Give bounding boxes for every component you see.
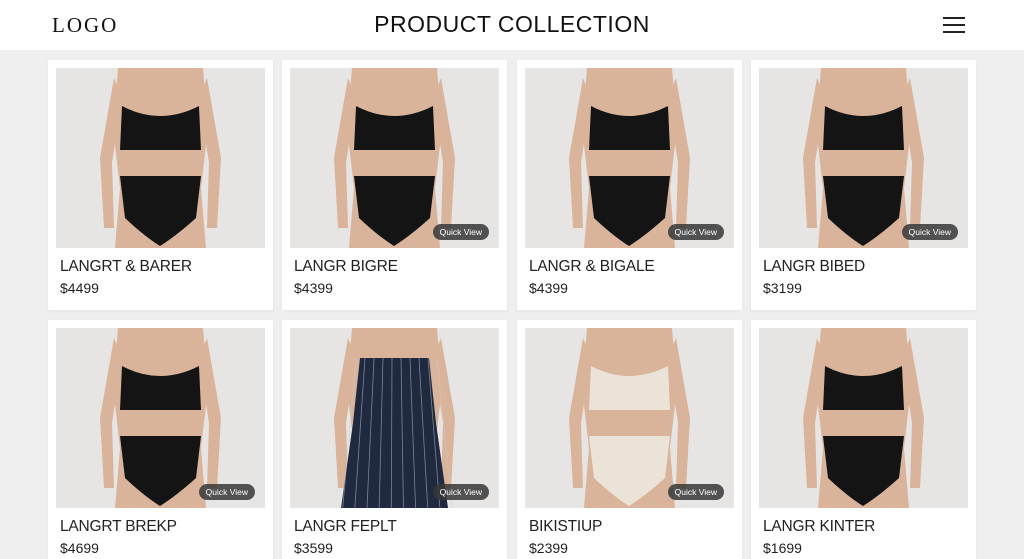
page-title: PRODUCT COLLECTION — [374, 11, 650, 37]
quick-view-button[interactable]: Quick View — [432, 224, 489, 240]
product-price: $4399 — [294, 280, 333, 296]
product-name[interactable]: LANGRT & BARER — [60, 258, 192, 276]
product-name[interactable]: LANGRT BREKP — [60, 518, 177, 536]
product-image — [56, 68, 265, 248]
product-image: Quick View — [56, 328, 265, 508]
product-image: Quick View — [759, 68, 968, 248]
product-image: Quick View — [290, 328, 499, 508]
quick-view-button[interactable]: Quick View — [198, 484, 255, 500]
product-name[interactable]: LANGR KINTER — [763, 518, 875, 536]
product-price: $4399 — [529, 280, 568, 296]
product-card[interactable]: LANGR KINTER $1699 — [751, 320, 976, 559]
product-price: $2399 — [529, 540, 568, 556]
product-name[interactable]: LANGR BIGRE — [294, 258, 398, 276]
product-image: Quick View — [290, 68, 499, 248]
product-image: Quick View — [525, 328, 734, 508]
top-header: LOGO PRODUCT COLLECTION — [0, 0, 1024, 50]
product-image: Quick View — [525, 68, 734, 248]
product-price: $3199 — [763, 280, 802, 296]
quick-view-button[interactable]: Quick View — [432, 484, 489, 500]
product-name[interactable]: LANGR & BIGALE — [529, 258, 655, 276]
quick-view-button[interactable]: Quick View — [667, 224, 724, 240]
product-card[interactable]: Quick View LANGR BIBED $3199 — [751, 60, 976, 310]
quick-view-button[interactable]: Quick View — [901, 224, 958, 240]
product-price: $3599 — [294, 540, 333, 556]
quick-view-button[interactable]: Quick View — [667, 484, 724, 500]
product-name[interactable]: BIKISTIUP — [529, 518, 602, 536]
product-price: $4499 — [60, 280, 99, 296]
hamburger-menu-icon[interactable] — [943, 16, 965, 34]
product-card[interactable]: Quick View LANGR FEPLT $3599 — [282, 320, 507, 559]
product-card[interactable]: Quick View LANGR BIGRE $4399 — [282, 60, 507, 310]
product-price: $1699 — [763, 540, 802, 556]
product-card[interactable]: Quick View LANGRT BREKP $4699 — [48, 320, 273, 559]
product-card[interactable]: LANGRT & BARER $4499 — [48, 60, 273, 310]
product-price: $4699 — [60, 540, 99, 556]
product-card[interactable]: Quick View LANGR & BIGALE $4399 — [517, 60, 742, 310]
product-name[interactable]: LANGR FEPLT — [294, 518, 397, 536]
product-card[interactable]: Quick View BIKISTIUP $2399 — [517, 320, 742, 559]
product-name[interactable]: LANGR BIBED — [763, 258, 865, 276]
product-image — [759, 328, 968, 508]
